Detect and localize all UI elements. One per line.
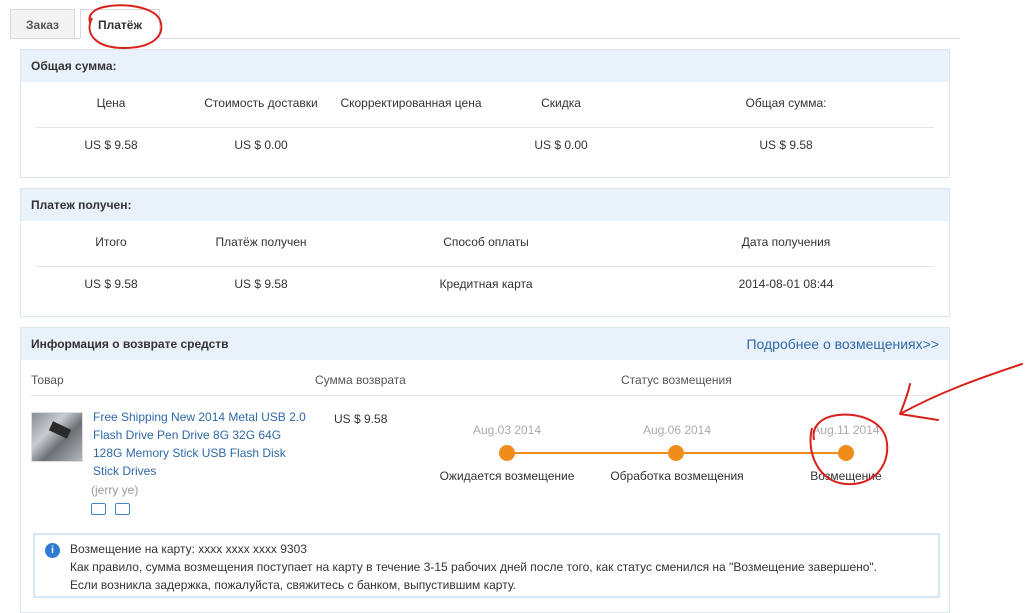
product-title-link[interactable]: Free Shipping New 2014 Metal USB 2.0 Fla…: [93, 408, 313, 480]
refund-panel: Информация о возврате средств Подробнее …: [20, 327, 950, 613]
timeline-date-1: Aug.03 2014: [472, 423, 542, 437]
value-discount: US $ 0.00: [534, 138, 588, 152]
value-payment-method: Кредитная карта: [439, 277, 533, 291]
timeline-dot-2: [668, 445, 684, 461]
value-subtotal: US $ 9.58: [84, 277, 138, 291]
product-thumbnail[interactable]: [31, 412, 83, 462]
total-panel-title: Общая сумма:: [21, 50, 949, 82]
header-adjusted-price: Скорректированная цена: [340, 96, 482, 110]
refund-amount: US $ 9.58: [334, 412, 388, 426]
tab-order[interactable]: Заказ: [10, 9, 75, 39]
seller-name: (jerry ye): [91, 483, 139, 497]
timeline-dot-1: [499, 445, 515, 461]
note-card-line: Возмещение на карту: xxxx xxxx xxxx 9303: [70, 542, 307, 556]
column-refund-status: Статус возмещения: [621, 373, 732, 387]
column-product: Товар: [31, 373, 64, 387]
payment-received-panel: Платеж получен: Итого Платёж получен Спо…: [20, 188, 950, 317]
header-shipping: Стоимость доставки: [204, 96, 318, 110]
tab-payment[interactable]: Платёж: [80, 9, 160, 39]
total-header-row: Цена Стоимость доставки Скорректированна…: [21, 96, 949, 116]
total-panel: Общая сумма: Цена Стоимость доставки Ско…: [20, 49, 950, 178]
timeline-date-2: Aug.06 2014: [642, 423, 712, 437]
timeline-dot-3: [838, 445, 854, 461]
divider: [36, 127, 934, 128]
note-bank-line: Если возникла задержка, пожалуйста, свяж…: [70, 578, 516, 592]
column-refund-amount: Сумма возврата: [315, 373, 406, 387]
refund-details-link[interactable]: Подробнее о возмещениях>>: [746, 328, 939, 360]
timeline-label-1: Ожидается возмещение: [439, 469, 575, 483]
shipping-truck-icon[interactable]: [91, 503, 106, 515]
timeline-label-3: Возмещение: [810, 469, 882, 483]
timeline-date-3: Aug.11 2014: [812, 423, 880, 437]
value-shipping: US $ 0.00: [234, 138, 288, 152]
payment-received-title: Платеж получен:: [21, 189, 949, 221]
header-received-date: Дата получения: [741, 235, 831, 249]
value-payment-received: US $ 9.58: [234, 277, 288, 291]
timeline-label-2: Обработка возмещения: [610, 469, 744, 483]
refund-panel-title: Информация о возврате средств: [31, 337, 229, 351]
refund-info-note: i Возмещение на карту: xxxx xxxx xxxx 93…: [33, 533, 940, 598]
tab-bar: Заказ Платёж: [10, 9, 960, 39]
info-icon: i: [45, 543, 60, 558]
value-total: US $ 9.58: [759, 138, 813, 152]
value-received-date: 2014-08-01 08:44: [738, 277, 834, 291]
refund-panel-header: Информация о возврате средств Подробнее …: [21, 328, 949, 360]
received-value-row: US $ 9.58 US $ 9.58 Кредитная карта 2014…: [21, 277, 949, 297]
value-price: US $ 9.58: [84, 138, 138, 152]
header-discount: Скидка: [541, 96, 581, 110]
card-icon[interactable]: [115, 503, 130, 515]
header-total: Общая сумма:: [745, 96, 827, 110]
divider: [36, 266, 934, 267]
note-timing-line: Как правило, сумма возмещения поступает …: [70, 560, 878, 574]
header-payment-method: Способ оплаты: [443, 235, 529, 249]
product-action-icons: [91, 503, 139, 518]
received-header-row: Итого Платёж получен Способ оплаты Дата …: [21, 235, 949, 255]
total-value-row: US $ 9.58 US $ 0.00 US $ 0.00 US $ 9.58: [21, 138, 949, 158]
header-price: Цена: [96, 96, 126, 110]
divider: [31, 395, 939, 396]
header-payment-received: Платёж получен: [215, 235, 307, 249]
header-subtotal: Итого: [95, 235, 127, 249]
